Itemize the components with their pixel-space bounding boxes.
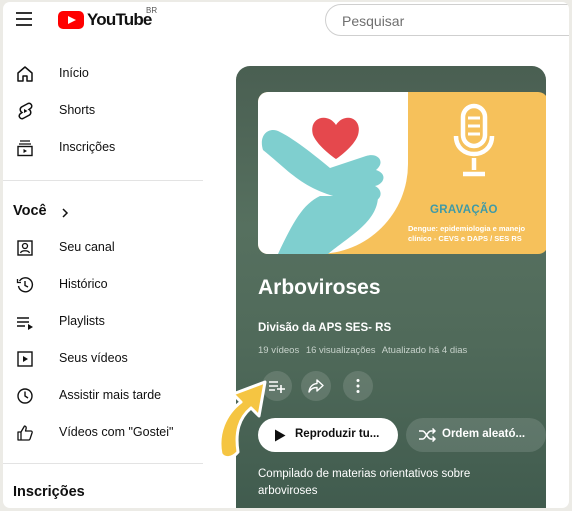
- playlist-title: Arboviroses: [258, 276, 381, 299]
- sidebar-item-label: Assistir mais tarde: [59, 388, 162, 402]
- top-bar: YouTube BR Pesquisar: [3, 2, 569, 40]
- chevron-right-icon: [62, 208, 69, 218]
- sidebar-item-label: Inscrições: [59, 140, 116, 154]
- youtube-window: YouTube BR Pesquisar Início Shorts Inscr…: [3, 2, 569, 508]
- sidebar-item-liked-videos[interactable]: Vídeos com "Gostei": [3, 418, 203, 448]
- sidebar-item-your-channel[interactable]: Seu canal: [3, 233, 203, 263]
- sidebar-item-shorts[interactable]: Shorts: [3, 96, 203, 126]
- pointer-arrow-icon: [218, 380, 267, 460]
- youtube-play-icon: [58, 11, 84, 29]
- video-count: 19 vídeos: [258, 345, 300, 356]
- playlist-description: Compilado de materias orientativos sobre…: [258, 468, 471, 497]
- sidebar-divider: [3, 463, 203, 464]
- playlist-meta: 19 vídeos 16 visualizações Atualizado há…: [258, 345, 471, 356]
- home-icon: [17, 66, 33, 82]
- sidebar-item-your-videos[interactable]: Seus vídeos: [3, 344, 203, 374]
- shorts-icon: [18, 102, 33, 120]
- sidebar-item-subscriptions[interactable]: Inscrições: [3, 133, 203, 163]
- updated-time: Atualizado há 4 dias: [381, 345, 468, 356]
- more-actions-button[interactable]: [343, 371, 373, 401]
- playlist-header-panel: GRAVAÇÃO Dengue: epidemiologia e manejo …: [236, 66, 546, 508]
- subscriptions-icon: [17, 140, 33, 157]
- thumbnail-subtitle: Dengue: epidemiologia e manejo clínico -…: [408, 224, 526, 243]
- sidebar-item-history[interactable]: Histórico: [3, 270, 203, 300]
- your-videos-icon: [17, 351, 33, 367]
- sidebar-item-playlists[interactable]: Playlists: [3, 307, 203, 337]
- you-section-title: Você: [13, 203, 47, 219]
- shuffle-icon: [419, 428, 436, 442]
- sidebar-divider: [3, 180, 203, 181]
- sidebar-item-label: Seu canal: [59, 240, 115, 254]
- sidebar-item-home[interactable]: Início: [3, 59, 203, 89]
- share-button[interactable]: [301, 371, 331, 401]
- playlist-channel[interactable]: Divisão da APS SES- RS: [258, 322, 391, 334]
- you-section-header[interactable]: Você: [3, 197, 203, 227]
- play-all-button[interactable]: Reproduzir tu...: [258, 418, 398, 452]
- search-placeholder: Pesquisar: [342, 13, 405, 29]
- more-vertical-icon: [356, 379, 360, 393]
- shuffle-label: Ordem aleató...: [442, 428, 526, 440]
- view-count: 16 visualizações: [305, 345, 376, 356]
- your-channel-icon: [17, 240, 33, 256]
- history-icon: [16, 277, 34, 293]
- sidebar-item-label: Vídeos com "Gostei": [59, 425, 174, 439]
- sidebar-item-label: Seus vídeos: [59, 351, 128, 365]
- shuffle-button[interactable]: Ordem aleató...: [406, 418, 546, 452]
- sidebar-item-label: Início: [59, 66, 89, 80]
- sidebar-item-label: Histórico: [59, 277, 108, 291]
- menu-icon[interactable]: [16, 12, 32, 26]
- sidebar-item-label: Playlists: [59, 314, 105, 328]
- region-code: BR: [146, 6, 158, 15]
- subscriptions-section-title: Inscrições: [13, 484, 85, 500]
- playlists-icon: [17, 317, 33, 330]
- play-icon: [275, 429, 286, 442]
- sidebar-item-watch-later[interactable]: Assistir mais tarde: [3, 381, 203, 411]
- playlist-thumbnail[interactable]: GRAVAÇÃO Dengue: epidemiologia e manejo …: [258, 92, 546, 254]
- search-input[interactable]: Pesquisar: [325, 4, 569, 36]
- youtube-logo[interactable]: YouTube: [58, 8, 152, 32]
- microphone-icon: [453, 103, 495, 177]
- watch-later-icon: [17, 388, 33, 404]
- youtube-wordmark: YouTube: [87, 10, 152, 29]
- thumbnail-title: GRAVAÇÃO: [430, 204, 498, 216]
- play-all-label: Reproduzir tu...: [295, 428, 380, 440]
- sidebar-item-label: Shorts: [59, 103, 96, 117]
- share-icon: [308, 379, 324, 393]
- liked-videos-icon: [17, 425, 33, 441]
